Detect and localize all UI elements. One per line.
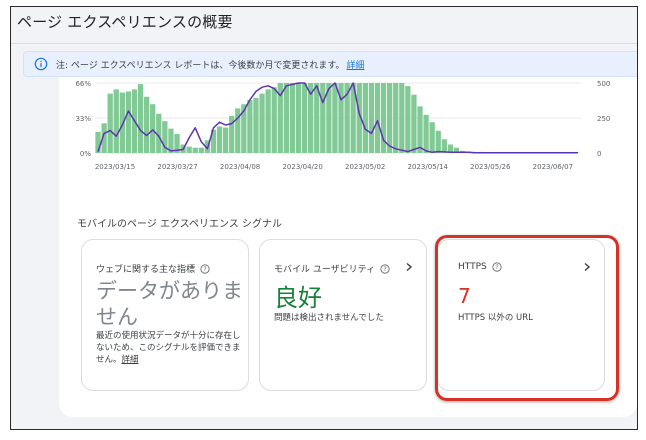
card-title: ウェブに関する主な指標 bbox=[96, 265, 196, 275]
chart-bar bbox=[283, 83, 289, 153]
y2-axis-tick-label: 0 bbox=[597, 150, 601, 158]
chart-bar bbox=[301, 83, 308, 153]
chart-bar bbox=[320, 83, 326, 153]
chart-bar bbox=[289, 83, 296, 153]
chart-bar bbox=[265, 89, 271, 153]
chart-bar bbox=[192, 147, 198, 153]
chart-bar bbox=[247, 99, 253, 153]
chart-bar bbox=[125, 91, 132, 153]
history-chart: 66% 33% 0% 500 250 0 2023/03/15 2023/03/27 2023/… bbox=[75, 80, 610, 171]
x-axis-tick-label: 2023/05/02 bbox=[345, 163, 385, 171]
chart-bar bbox=[186, 146, 192, 153]
chart-bar bbox=[368, 83, 375, 153]
chart-bar bbox=[399, 83, 405, 153]
chart-bar bbox=[411, 94, 417, 153]
section-heading: モバイルのページ エクスペリエンス シグナル bbox=[77, 219, 282, 230]
https-card[interactable]: HTTPS ? 7 HTTPS 以外の URL bbox=[437, 239, 605, 391]
chart-bar bbox=[393, 83, 399, 153]
card-status-value: 良好 bbox=[274, 284, 322, 312]
chart-bar bbox=[441, 139, 447, 153]
chart-bar bbox=[144, 96, 150, 153]
card-description: HTTPS 以外の URL bbox=[458, 313, 533, 323]
x-axis-tick-label: 2023/04/20 bbox=[282, 163, 322, 171]
chart-bar bbox=[113, 89, 119, 153]
chart-bar bbox=[387, 83, 393, 153]
chevron-right-icon[interactable] bbox=[404, 262, 414, 272]
y2-axis-tick-label: 250 bbox=[597, 115, 610, 123]
card-status-value: 7 bbox=[458, 284, 471, 308]
card-title: HTTPS bbox=[458, 262, 487, 272]
chart-bar bbox=[405, 86, 411, 153]
card-description: 問題は検出されませんでした bbox=[274, 313, 384, 323]
y-axis-tick-label: 33% bbox=[75, 115, 91, 123]
svg-text:?: ? bbox=[383, 266, 386, 273]
svg-text:?: ? bbox=[203, 266, 206, 273]
y-axis-tick-label: 0% bbox=[80, 150, 91, 158]
chart-bar bbox=[295, 83, 302, 153]
chart-bar bbox=[271, 87, 277, 153]
x-axis-tick-label: 2023/03/27 bbox=[157, 163, 197, 171]
chart-bar bbox=[423, 114, 429, 153]
mobile-usability-card[interactable]: モバイル ユーザビリティ ? 良好 問題は検出されませんでした bbox=[259, 239, 427, 391]
help-circle-icon[interactable]: ? bbox=[492, 262, 502, 272]
chart-bar bbox=[374, 83, 381, 153]
help-circle-icon[interactable]: ? bbox=[380, 263, 390, 274]
chart-bar bbox=[429, 122, 435, 153]
x-axis-tick-label: 2023/05/26 bbox=[470, 163, 511, 171]
card-title: モバイル ユーザビリティ bbox=[274, 265, 376, 275]
chart-bar bbox=[332, 83, 338, 153]
details-link[interactable]: 詳細 bbox=[122, 355, 139, 365]
chart-bar bbox=[417, 106, 423, 153]
chart-bar bbox=[137, 84, 144, 153]
x-axis-tick-label: 2023/06/07 bbox=[533, 163, 573, 171]
chart-bar bbox=[362, 83, 368, 153]
y-axis-tick-label: 66% bbox=[75, 80, 91, 88]
chart-bar bbox=[216, 126, 223, 153]
chart-bar bbox=[222, 127, 229, 153]
svg-text:?: ? bbox=[495, 264, 498, 271]
card-description: 最近の使用状況データが十分に存在しないため、このシグナルを評価できません。詳細 bbox=[96, 330, 242, 366]
x-axis-tick-label: 2023/05/14 bbox=[408, 163, 449, 171]
chart-bar bbox=[253, 97, 259, 153]
chart-bar bbox=[435, 130, 441, 153]
x-axis-tick-label: 2023/03/15 bbox=[95, 163, 135, 171]
core-web-vitals-card: ウェブに関する主な指標 ? データがありません 最近の使用状況データが十分に存在… bbox=[81, 239, 249, 391]
x-axis-tick-label: 2023/04/08 bbox=[220, 163, 260, 171]
chart-bar bbox=[314, 83, 320, 153]
card-description-text: 最近の使用状況データが十分に存在しないため、このシグナルを評価できません。 bbox=[96, 331, 241, 365]
y2-axis-tick-label: 500 bbox=[597, 80, 610, 88]
chart-bar bbox=[259, 93, 265, 153]
chart-bar bbox=[198, 147, 204, 153]
chevron-right-icon[interactable] bbox=[582, 262, 592, 272]
card-status-value: データがありません bbox=[96, 279, 243, 329]
chart-bar bbox=[150, 104, 156, 153]
app-frame: ページ エクスペリエンスの概要 注: ページ エクスペリエンス レポートは、今後… bbox=[10, 6, 638, 430]
chart-bar bbox=[119, 92, 125, 153]
chart-bar bbox=[107, 93, 113, 153]
help-circle-icon[interactable]: ? bbox=[200, 263, 210, 274]
